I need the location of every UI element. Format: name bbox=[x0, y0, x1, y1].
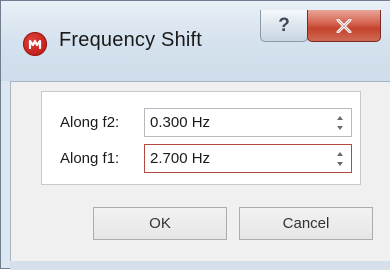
frequency-shift-dialog: Frequency Shift ? Along f2: 0.300 Hz Alo… bbox=[0, 0, 390, 270]
cancel-button[interactable]: Cancel bbox=[239, 207, 373, 240]
shift-fields-group: Along f2: 0.300 Hz Along f1: 2.700 Hz bbox=[41, 91, 361, 185]
help-icon: ? bbox=[278, 14, 290, 36]
along-f2-value[interactable]: 0.300 Hz bbox=[150, 114, 210, 131]
along-f1-label: Along f1: bbox=[60, 150, 120, 167]
spin-arrows-icon[interactable] bbox=[335, 113, 345, 133]
title-bar[interactable]: Frequency Shift ? bbox=[1, 1, 390, 81]
along-f2-label: Along f2: bbox=[60, 114, 120, 131]
app-logo-icon bbox=[23, 32, 47, 56]
ok-button[interactable]: OK bbox=[93, 207, 227, 240]
dialog-body: Along f2: 0.300 Hz Along f1: 2.700 Hz OK bbox=[10, 81, 390, 262]
close-button[interactable] bbox=[307, 10, 381, 42]
cancel-button-label: Cancel bbox=[282, 215, 330, 232]
close-icon bbox=[336, 18, 352, 33]
spin-arrows-icon[interactable] bbox=[335, 149, 345, 169]
along-f1-value[interactable]: 2.700 Hz bbox=[150, 150, 210, 167]
ok-button-label: OK bbox=[149, 215, 171, 232]
help-button[interactable]: ? bbox=[260, 10, 308, 42]
along-f1-spinbox[interactable]: 2.700 Hz bbox=[144, 144, 352, 173]
dialog-title: Frequency Shift bbox=[59, 29, 203, 51]
along-f2-spinbox[interactable]: 0.300 Hz bbox=[144, 108, 352, 137]
